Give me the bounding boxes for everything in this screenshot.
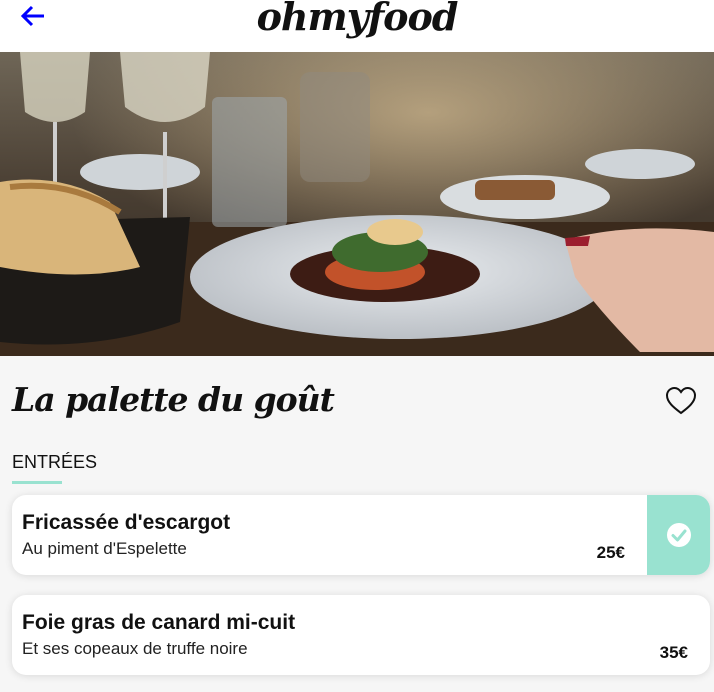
menu-item-card[interactable]: Foie gras de canard mi-cuit Et ses copea… (12, 595, 710, 675)
restaurant-title: La palette du goût (12, 380, 335, 419)
dish-price: 25€ (596, 543, 625, 562)
section-underline (12, 481, 62, 484)
heart-outline-icon (665, 386, 697, 415)
dish-description: Au piment d'Espelette (22, 539, 187, 558)
hero-image (0, 52, 714, 356)
dish-name: Foie gras de canard mi-cuit (22, 611, 296, 634)
dish-price: 35€ (659, 643, 688, 662)
app-logo[interactable]: ohmyfood (0, 0, 714, 39)
favorite-button[interactable] (664, 385, 698, 417)
dish-description: Et ses copeaux de truffe noire (22, 639, 248, 658)
menu-item-card[interactable]: Fricassée d'escargot Au piment d'Espelet… (12, 495, 710, 575)
check-circle-icon (667, 523, 691, 547)
section-title: ENTRÉES (12, 452, 98, 472)
header-bar: ohmyfood (0, 0, 714, 52)
dish-name: Fricassée d'escargot (22, 511, 231, 534)
selected-indicator[interactable] (647, 495, 710, 575)
